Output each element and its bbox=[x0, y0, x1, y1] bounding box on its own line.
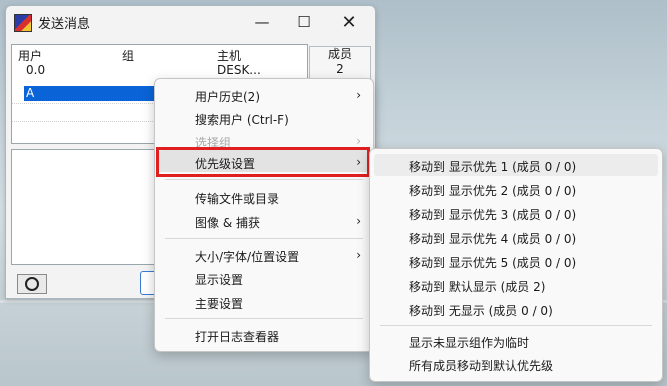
submenu-item-move-all-default[interactable]: 所有成员移动到默认优先级 bbox=[409, 357, 553, 374]
menu-separator bbox=[380, 325, 652, 326]
chevron-right-icon: › bbox=[356, 214, 361, 228]
column-header-user[interactable]: 用户 bbox=[18, 47, 42, 64]
submenu-item-priority-4[interactable]: 移动到 显示优先 4 (成员 0 / 0) bbox=[409, 230, 576, 247]
chevron-right-icon: › bbox=[356, 88, 361, 102]
menu-separator bbox=[165, 238, 363, 239]
submenu-item-no-display[interactable]: 移动到 无显示 (成员 0 / 0) bbox=[409, 302, 553, 319]
table-row-host[interactable]: DESK... bbox=[217, 63, 261, 77]
submenu-item-priority-3[interactable]: 移动到 显示优先 3 (成员 0 / 0) bbox=[409, 206, 576, 223]
menu-item-image-capture[interactable]: 图像 & 捕获 bbox=[195, 214, 260, 231]
menu-item-display-settings[interactable]: 显示设置 bbox=[195, 271, 243, 288]
menu-separator bbox=[165, 318, 363, 319]
submenu-item-show-undisplayed-temp[interactable]: 显示未显示组作为临时 bbox=[409, 334, 529, 351]
menu-item-search-user[interactable]: 搜索用户 (Ctrl-F) bbox=[195, 111, 289, 128]
close-button[interactable]: ✕ bbox=[329, 10, 369, 34]
menu-item-transfer-files[interactable]: 传输文件或目录 bbox=[195, 190, 279, 207]
app-icon bbox=[14, 14, 32, 32]
chevron-right-icon: › bbox=[356, 248, 361, 262]
menu-item-size-font-position[interactable]: 大小/字体/位置设置 bbox=[195, 248, 299, 265]
submenu-item-priority-5[interactable]: 移动到 显示优先 5 (成员 0 / 0) bbox=[409, 254, 576, 271]
submenu-item-default-display[interactable]: 移动到 默认显示 (成员 2) bbox=[409, 278, 545, 295]
table-row-selected[interactable]: A bbox=[24, 86, 164, 101]
menu-separator bbox=[165, 179, 363, 180]
menu-item-main-settings[interactable]: 主要设置 bbox=[195, 295, 243, 312]
context-menu: 用户历史(2) › 搜索用户 (Ctrl-F) 选择组 › 优先级设置 › 传输… bbox=[154, 78, 374, 352]
menu-item-open-log-viewer[interactable]: 打开日志查看器 bbox=[195, 328, 279, 345]
column-header-host[interactable]: 主机 bbox=[217, 47, 241, 64]
submenu-item-priority-2[interactable]: 移动到 显示优先 2 (成员 0 / 0) bbox=[409, 182, 576, 199]
table-row-user[interactable]: 0.0 bbox=[26, 63, 45, 77]
minimize-button[interactable]: — bbox=[242, 10, 282, 34]
menu-item-user-history[interactable]: 用户历史(2) bbox=[195, 88, 260, 105]
member-count: 2 bbox=[336, 62, 344, 76]
camera-icon bbox=[25, 277, 39, 291]
column-header-group[interactable]: 组 bbox=[122, 47, 134, 64]
priority-submenu: 移动到 显示优先 1 (成员 0 / 0) 移动到 显示优先 2 (成员 0 /… bbox=[369, 148, 663, 382]
chevron-right-icon: › bbox=[356, 134, 361, 148]
maximize-button[interactable]: ☐ bbox=[284, 10, 324, 34]
title-bar: 发送消息 — ☐ ✕ bbox=[6, 6, 375, 36]
table-row-user[interactable]: A bbox=[26, 86, 34, 100]
capture-button[interactable] bbox=[17, 274, 47, 294]
submenu-item-priority-1[interactable]: 移动到 显示优先 1 (成员 0 / 0) bbox=[409, 158, 576, 175]
window-title: 发送消息 bbox=[38, 17, 91, 32]
highlight-annotation bbox=[156, 147, 370, 177]
member-label: 成员 bbox=[327, 47, 352, 61]
